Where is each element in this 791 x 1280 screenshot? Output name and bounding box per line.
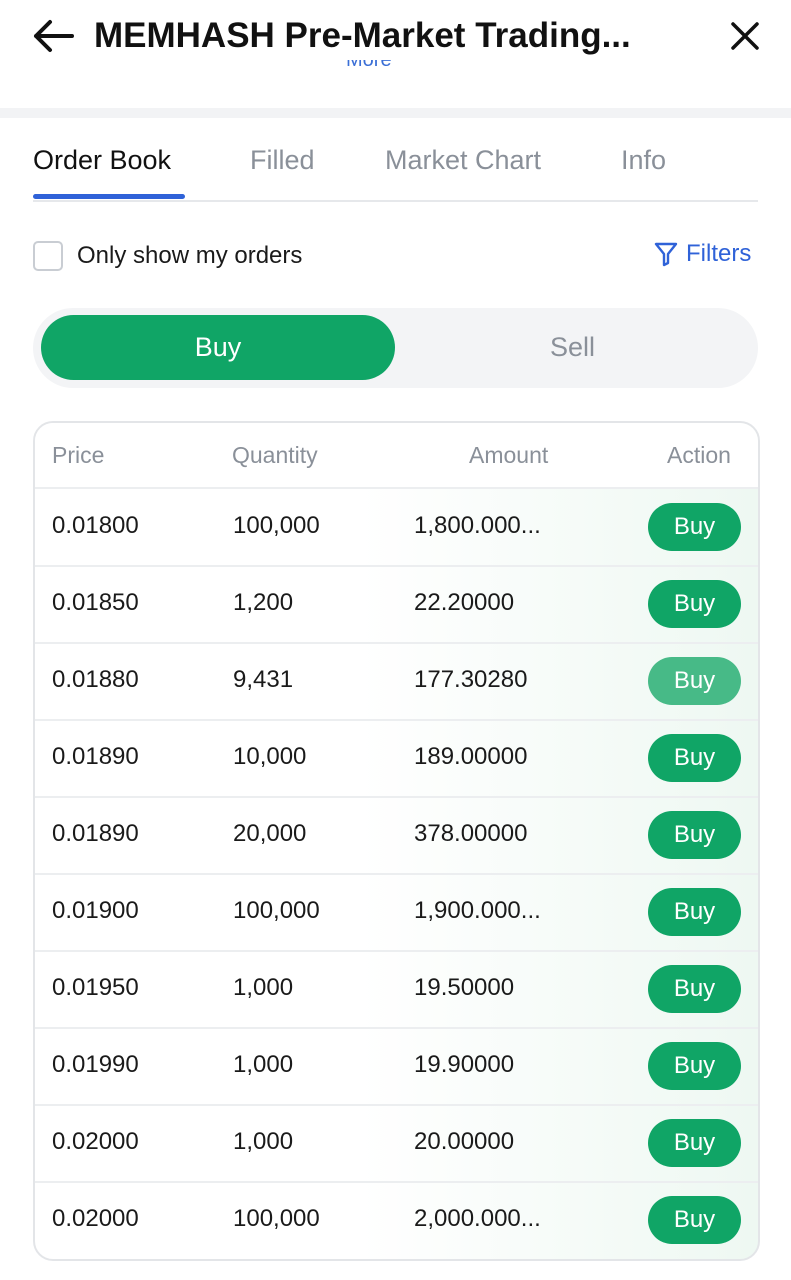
filter-icon — [654, 242, 678, 267]
table-row: 0.01990 1,000 19.90000 Buy — [35, 1027, 758, 1106]
table-row: 0.01880 9,431 177.30280 Buy — [35, 642, 758, 721]
tab-info[interactable]: Info — [621, 140, 666, 180]
cell-price: 0.02000 — [52, 1128, 139, 1155]
row-buy-button[interactable]: Buy — [648, 657, 741, 705]
cell-price: 0.01890 — [52, 820, 139, 847]
cell-price: 0.02000 — [52, 1205, 139, 1232]
only-my-orders-checkbox[interactable] — [33, 241, 63, 271]
order-book-table: Price Quantity Amount Action 0.01800 100… — [33, 421, 760, 1261]
row-buy-button[interactable]: Buy — [648, 580, 741, 628]
cell-price: 0.01990 — [52, 1051, 139, 1078]
tab-order-book[interactable]: Order Book — [33, 140, 171, 180]
cell-quantity: 100,000 — [233, 1205, 320, 1232]
table-row: 0.01800 100,000 1,800.000... Buy — [35, 488, 758, 567]
header-bar: MEMHASH Pre-Market Trading... More — [0, 0, 791, 108]
cell-quantity: 100,000 — [233, 897, 320, 924]
back-button[interactable] — [28, 14, 78, 58]
more-link[interactable]: More — [346, 60, 392, 84]
cell-amount: 1,800.000... — [414, 512, 541, 539]
cell-amount: 19.50000 — [414, 974, 515, 1001]
row-buy-button[interactable]: Buy — [648, 734, 741, 782]
side-toggle-sell[interactable]: Sell — [395, 315, 750, 380]
filters-button[interactable]: Filters — [654, 236, 751, 272]
row-buy-button[interactable]: Buy — [648, 888, 741, 936]
page-title: MEMHASH Pre-Market Trading... — [94, 16, 631, 55]
close-icon — [731, 22, 759, 50]
cell-quantity: 1,000 — [233, 1051, 294, 1078]
column-header-amount: Amount — [469, 442, 549, 468]
table-header: Price Quantity Amount Action — [35, 423, 758, 489]
only-my-orders-label: Only show my orders — [77, 242, 303, 269]
cell-quantity: 100,000 — [233, 512, 320, 539]
column-header-price: Price — [52, 442, 105, 468]
tab-filled[interactable]: Filled — [250, 140, 315, 180]
active-tab-indicator — [33, 194, 185, 199]
cell-amount: 22.20000 — [414, 589, 515, 616]
table-row: 0.01950 1,000 19.50000 Buy — [35, 950, 758, 1029]
row-buy-button[interactable]: Buy — [648, 503, 741, 551]
cell-amount: 1,900.000... — [414, 897, 541, 924]
row-buy-button[interactable]: Buy — [648, 965, 741, 1013]
table-row: 0.02000 1,000 20.00000 Buy — [35, 1104, 758, 1183]
side-toggle: Buy Sell — [33, 308, 758, 388]
cell-quantity: 1,200 — [233, 589, 294, 616]
cell-amount: 19.90000 — [414, 1051, 515, 1078]
table-row: 0.01900 100,000 1,900.000... Buy — [35, 873, 758, 952]
table-row: 0.01890 20,000 378.00000 Buy — [35, 796, 758, 875]
cell-quantity: 9,431 — [233, 666, 294, 693]
side-toggle-buy[interactable]: Buy — [41, 315, 395, 380]
cell-amount: 177.30280 — [414, 666, 528, 693]
column-header-quantity: Quantity — [232, 442, 318, 468]
column-header-action: Action — [667, 442, 731, 468]
cell-quantity: 10,000 — [233, 743, 307, 770]
cell-amount: 189.00000 — [414, 743, 528, 770]
cell-price: 0.01880 — [52, 666, 139, 693]
cell-quantity: 1,000 — [233, 1128, 294, 1155]
tab-market-chart[interactable]: Market Chart — [385, 140, 541, 180]
table-row: 0.01890 10,000 189.00000 Buy — [35, 719, 758, 798]
table-row: 0.02000 100,000 2,000.000... Buy — [35, 1181, 758, 1258]
cell-amount: 20.00000 — [414, 1128, 515, 1155]
cell-quantity: 20,000 — [233, 820, 307, 847]
cell-amount: 2,000.000... — [414, 1205, 541, 1232]
back-arrow-icon — [34, 20, 74, 52]
cell-price: 0.01950 — [52, 974, 139, 1001]
cell-price: 0.01800 — [52, 512, 139, 539]
row-buy-button[interactable]: Buy — [648, 1119, 741, 1167]
section-divider — [0, 108, 791, 118]
cell-quantity: 1,000 — [233, 974, 294, 1001]
filters-label: Filters — [686, 240, 752, 267]
cell-price: 0.01850 — [52, 589, 139, 616]
cell-price: 0.01890 — [52, 743, 139, 770]
table-row: 0.01850 1,200 22.20000 Buy — [35, 565, 758, 644]
row-buy-button[interactable]: Buy — [648, 1196, 741, 1244]
row-buy-button[interactable]: Buy — [648, 811, 741, 859]
close-button[interactable] — [722, 14, 768, 58]
more-link-label: More — [346, 60, 392, 71]
cell-amount: 378.00000 — [414, 820, 528, 847]
tab-bar: Order Book Filled Market Chart Info — [33, 118, 758, 202]
row-buy-button[interactable]: Buy — [648, 1042, 741, 1090]
cell-price: 0.01900 — [52, 897, 139, 924]
